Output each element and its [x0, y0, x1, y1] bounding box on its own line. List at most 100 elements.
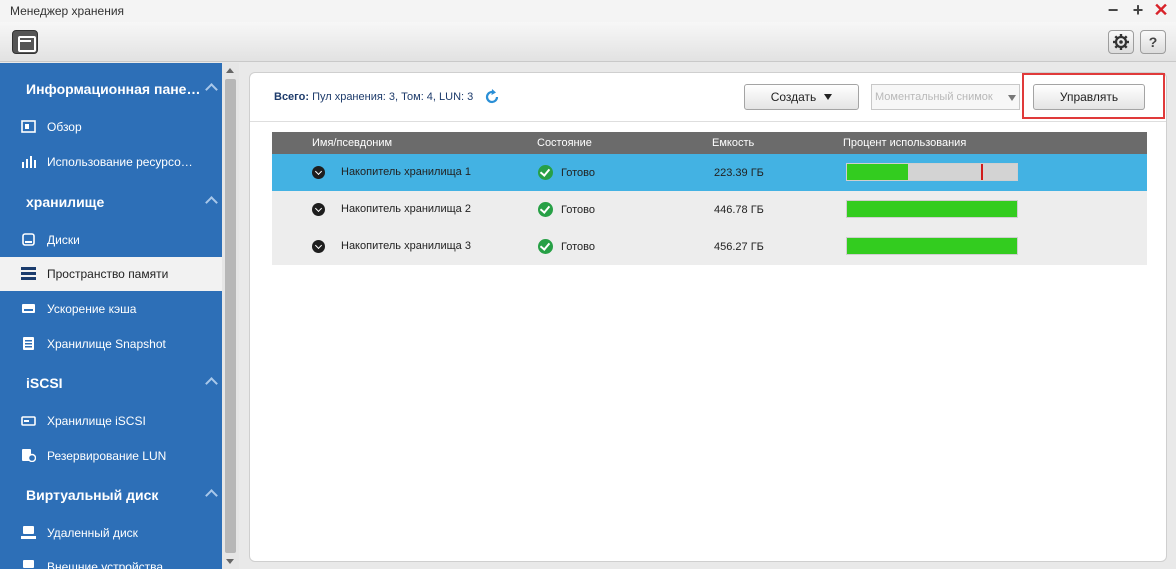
pool-status: Готово [561, 241, 595, 253]
table-header: Имя/псевдоним Состояние Емкость Процент … [272, 132, 1147, 154]
sidebar: Информационная пане… Обзор Использование… [0, 63, 222, 569]
main-panel: Всего: Пул хранения: 3, Том: 4, LUN: 3 С… [249, 72, 1167, 562]
close-button[interactable]: ✕ [1152, 1, 1170, 19]
pool-status: Готово [561, 167, 595, 179]
settings-button[interactable] [1108, 30, 1134, 54]
storage-stack-icon [21, 267, 36, 280]
sidebar-item-storage-space[interactable]: Пространство памяти [0, 257, 222, 291]
snapshot-dropdown-label: Моментальный снимок [875, 91, 993, 103]
remote-disk-icon [21, 526, 36, 539]
title-bar: Менеджер хранения − + ✕ [0, 0, 1176, 22]
summary-text: Всего: Пул хранения: 3, Том: 4, LUN: 3 [274, 91, 473, 103]
chevron-up-icon [205, 377, 218, 390]
sidebar-item-label: Пространство памяти [47, 267, 169, 281]
sidebar-item-lun-backup[interactable]: Резервирование LUN [0, 439, 222, 473]
sidebar-item-label: Удаленный диск [47, 526, 138, 540]
caret-down-icon [1008, 95, 1016, 101]
usage-bar [846, 163, 1018, 181]
pool-name: Накопитель хранилища 2 [341, 203, 471, 215]
sidebar-item-label: Хранилище Snapshot [47, 337, 166, 351]
sidebar-item-label: Диски [47, 233, 80, 247]
create-button[interactable]: Создать [744, 84, 859, 110]
column-header-usage[interactable]: Процент использования [843, 137, 966, 149]
table-row[interactable]: Накопитель хранилища 3 Готово 456.27 ГБ [272, 228, 1147, 265]
minimize-button[interactable]: − [1104, 1, 1122, 19]
disk-icon [22, 233, 35, 246]
lun-backup-icon [22, 449, 36, 462]
snapshot-dropdown[interactable]: Моментальный снимок [871, 84, 1020, 110]
refresh-icon[interactable] [484, 89, 500, 105]
sidebar-item-label: Обзор [47, 120, 82, 134]
sidebar-item-iscsi-storage[interactable]: Хранилище iSCSI [0, 404, 222, 438]
column-header-capacity[interactable]: Емкость [712, 137, 754, 149]
sidebar-item-remote-disk[interactable]: Удаленный диск [0, 516, 222, 550]
sidebar-item-label: Ускорение кэша [47, 302, 137, 316]
usage-bar-fill [847, 238, 1017, 254]
toolbar: ? [0, 22, 1176, 62]
pool-capacity: 456.27 ГБ [714, 241, 764, 253]
chevron-up-icon [205, 196, 218, 209]
pool-name: Накопитель хранилища 3 [341, 240, 471, 252]
pool-capacity: 446.78 ГБ [714, 204, 764, 216]
column-header-status[interactable]: Состояние [537, 137, 592, 149]
table-row[interactable]: Накопитель хранилища 2 Готово 446.78 ГБ [272, 191, 1147, 228]
caret-down-icon [824, 94, 833, 100]
gear-icon [1113, 34, 1129, 50]
expand-chevron-icon[interactable] [312, 166, 325, 179]
sidebar-item-snapshot-storage[interactable]: Хранилище Snapshot [0, 327, 222, 361]
sidebar-section-title: iSCSI [26, 375, 63, 391]
sidebar-section-dashboard[interactable]: Информационная пане… [0, 71, 222, 107]
sidebar-section-title: Информационная пане… [26, 81, 201, 97]
pool-status: Готово [561, 204, 595, 216]
summary-label: Всего: [274, 91, 309, 103]
table-row[interactable]: Накопитель хранилища 1 Готово 223.39 ГБ [272, 154, 1147, 191]
sidebar-scrollbar[interactable] [222, 63, 239, 569]
sidebar-section-title: Виртуальный диск [26, 487, 159, 503]
summary-counts: Пул хранения: 3, Том: 4, LUN: 3 [312, 91, 474, 103]
check-circle-icon [538, 239, 553, 254]
sidebar-section-virtual-disk[interactable]: Виртуальный диск [0, 477, 222, 513]
sidebar-item-external-devices[interactable]: Внешние устройства [0, 550, 222, 569]
sidebar-item-label: Внешние устройства [47, 560, 164, 569]
sidebar-item-label: Использование ресурсо… [47, 155, 193, 169]
sidebar-item-cache-acceleration[interactable]: Ускорение кэша [0, 292, 222, 326]
snapshot-icon [23, 337, 34, 350]
overview-icon [21, 120, 36, 133]
manage-highlight-box [1022, 73, 1165, 119]
pool-name: Накопитель хранилища 1 [341, 166, 471, 178]
iscsi-storage-icon [21, 416, 36, 426]
sidebar-item-disks[interactable]: Диски [0, 223, 222, 257]
check-circle-icon [538, 202, 553, 217]
bar-chart-icon [22, 156, 36, 168]
sidebar-section-iscsi[interactable]: iSCSI [0, 365, 222, 401]
window-title: Менеджер хранения [10, 4, 125, 18]
sidebar-item-overview[interactable]: Обзор [0, 110, 222, 144]
usage-threshold-marker [981, 164, 983, 180]
sidebar-item-resource-usage[interactable]: Использование ресурсо… [0, 145, 222, 179]
layout-toggle-icon[interactable] [12, 30, 38, 54]
scroll-up-arrow-icon[interactable] [226, 68, 234, 73]
expand-chevron-icon[interactable] [312, 240, 325, 253]
sidebar-item-label: Резервирование LUN [47, 449, 167, 463]
pool-capacity: 223.39 ГБ [714, 167, 764, 179]
maximize-button[interactable]: + [1129, 1, 1147, 19]
usage-bar [846, 200, 1018, 218]
scrollbar-thumb[interactable] [225, 79, 236, 553]
scroll-down-arrow-icon[interactable] [226, 559, 234, 564]
external-device-icon [23, 560, 34, 568]
sidebar-section-title: хранилище [26, 194, 105, 210]
column-header-name[interactable]: Имя/псевдоним [312, 137, 392, 149]
create-button-label: Создать [770, 90, 817, 104]
usage-bar-fill [847, 201, 1017, 217]
chevron-up-icon [205, 489, 218, 502]
sidebar-item-label: Хранилище iSCSI [47, 414, 146, 428]
chevron-up-icon [205, 83, 218, 96]
usage-bar-fill [847, 164, 908, 180]
divider [250, 121, 1166, 122]
ssd-icon [22, 304, 35, 313]
usage-bar [846, 237, 1018, 255]
help-button[interactable]: ? [1140, 30, 1166, 54]
expand-chevron-icon[interactable] [312, 203, 325, 216]
sidebar-section-storage[interactable]: хранилище [0, 184, 222, 220]
check-circle-icon [538, 165, 553, 180]
